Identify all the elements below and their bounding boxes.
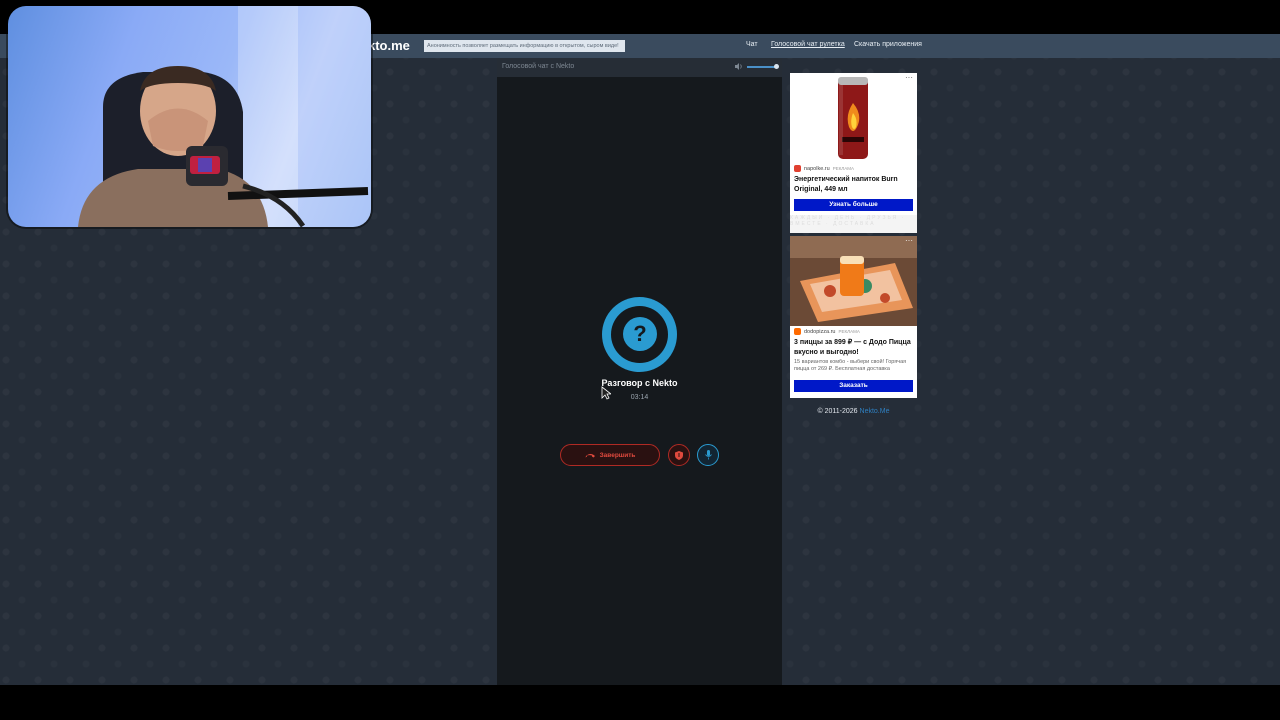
anonymity-notice: Анонимность позволяет размещать информац… bbox=[424, 40, 625, 52]
end-call-button[interactable]: Завершить bbox=[560, 444, 660, 466]
ad-badge: РЕКЛАМА bbox=[832, 166, 855, 171]
chat-title: Голосовой чат с Nekto bbox=[502, 63, 575, 70]
report-button[interactable] bbox=[668, 444, 690, 466]
call-timer: 03:14 bbox=[630, 394, 649, 401]
footer-copyright: © 2011-2026 Nekto.Me bbox=[790, 408, 917, 415]
ad-options-icon[interactable]: ··· bbox=[905, 73, 913, 82]
order-button[interactable]: Заказать bbox=[794, 380, 913, 392]
mouse-cursor-icon bbox=[601, 386, 611, 400]
ad-image-burn-can[interactable]: ··· bbox=[790, 73, 917, 163]
shield-icon bbox=[675, 450, 683, 460]
microphone-icon bbox=[704, 450, 712, 460]
ad-options-icon[interactable]: ··· bbox=[905, 236, 913, 245]
chat-header: Голосовой чат с Nekto bbox=[497, 58, 782, 77]
bottom-black-bar bbox=[0, 685, 1280, 720]
site-logo[interactable]: kto.me bbox=[368, 38, 410, 53]
speaker-icon bbox=[735, 63, 742, 70]
microphone-button[interactable] bbox=[697, 444, 719, 466]
question-mark-icon: ? bbox=[623, 317, 657, 351]
advertisement-burn[interactable]: ··· napolke.ru РЕКЛАМА Энергетический на… bbox=[790, 73, 917, 233]
advertisement-dodo[interactable]: ··· dodopizza.ru РЕКЛАМА 3 пиццы за 899 … bbox=[790, 236, 917, 398]
conversation-label: Разговор с Nekto bbox=[601, 378, 678, 388]
volume-slider-handle[interactable] bbox=[774, 63, 779, 69]
napolke-favicon-icon bbox=[794, 165, 801, 172]
ad-source[interactable]: dodopizza.ru bbox=[804, 329, 836, 335]
volume-slider[interactable] bbox=[747, 63, 779, 69]
voice-chat-panel: Голосовой чат с Nekto ? Разговор с Nekto… bbox=[497, 58, 782, 685]
volume-control[interactable] bbox=[735, 63, 779, 70]
nav-voice-chat-roulette[interactable]: Голосовой чат рулетка bbox=[771, 41, 845, 48]
webcam-overlay bbox=[8, 6, 371, 227]
ad-badge: РЕКЛАМА bbox=[838, 329, 860, 334]
nav-chat[interactable]: Чат bbox=[746, 41, 758, 48]
end-call-label: Завершить bbox=[599, 451, 636, 459]
ad-source[interactable]: napolke.ru bbox=[804, 166, 830, 172]
dodo-favicon-icon bbox=[794, 328, 801, 335]
ad-description: 15 вариантов комбо - выбери свой! Горяча… bbox=[794, 359, 907, 372]
ad-title[interactable]: Энергетический напиток Burn Original, 44… bbox=[794, 175, 913, 194]
ad-bottom-strip: КАЖДЫЙ · ДЕНЬ · ДРУЗЬЯ · ВМЕСТЕ · ДОСТАВ… bbox=[790, 215, 917, 233]
learn-more-button[interactable]: Узнать больше bbox=[794, 199, 913, 211]
nav-download-apps[interactable]: Скачать приложения bbox=[854, 41, 922, 48]
hang-up-icon bbox=[585, 454, 595, 458]
copyright-text: © 2011-2026 bbox=[817, 408, 860, 415]
ad-image-pizza-box[interactable]: ··· bbox=[790, 236, 917, 326]
ad-title[interactable]: 3 пиццы за 899 ₽ — с Додо Пицца вкусно и… bbox=[794, 338, 913, 357]
streamer-webcam-image bbox=[78, 6, 371, 227]
footer-link[interactable]: Nekto.Me bbox=[860, 408, 890, 415]
partner-avatar: ? bbox=[602, 297, 677, 372]
